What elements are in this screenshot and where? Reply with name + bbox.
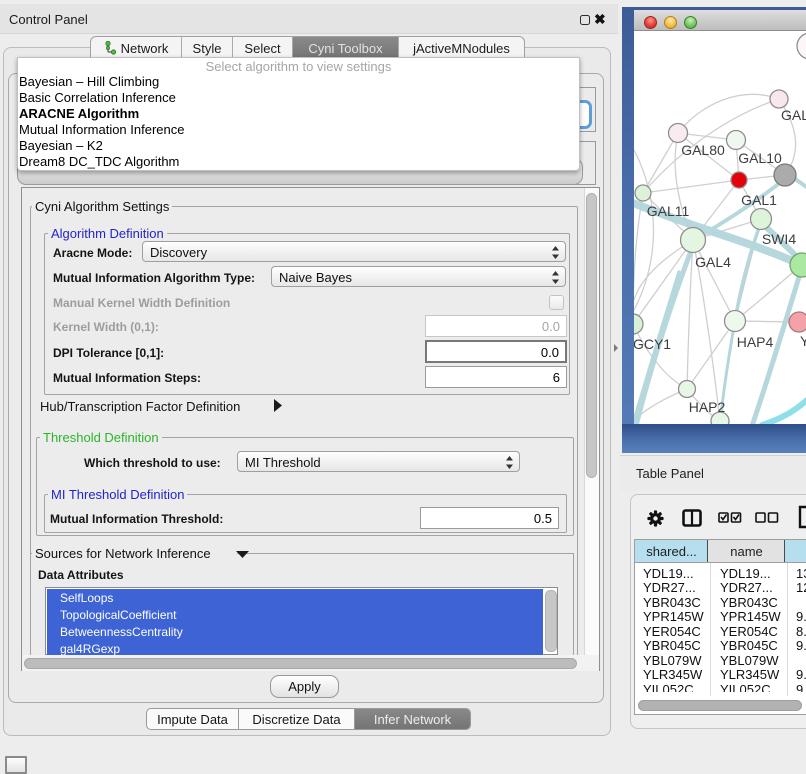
svg-text:HAP2: HAP2: [689, 399, 726, 415]
svg-text:HAP4: HAP4: [737, 334, 774, 350]
svg-text:SWI4: SWI4: [762, 231, 796, 247]
svg-text:GAL4: GAL4: [695, 254, 731, 270]
svg-text:GAL80: GAL80: [681, 142, 725, 158]
svg-text:GAL10: GAL10: [738, 150, 782, 166]
svg-text:GAL11: GAL11: [647, 203, 690, 219]
svg-text:Y: Y: [800, 333, 806, 349]
svg-text:GAL1: GAL1: [741, 192, 777, 208]
svg-text:GCY1: GCY1: [634, 336, 671, 352]
svg-text:GAL7: GAL7: [781, 107, 806, 123]
